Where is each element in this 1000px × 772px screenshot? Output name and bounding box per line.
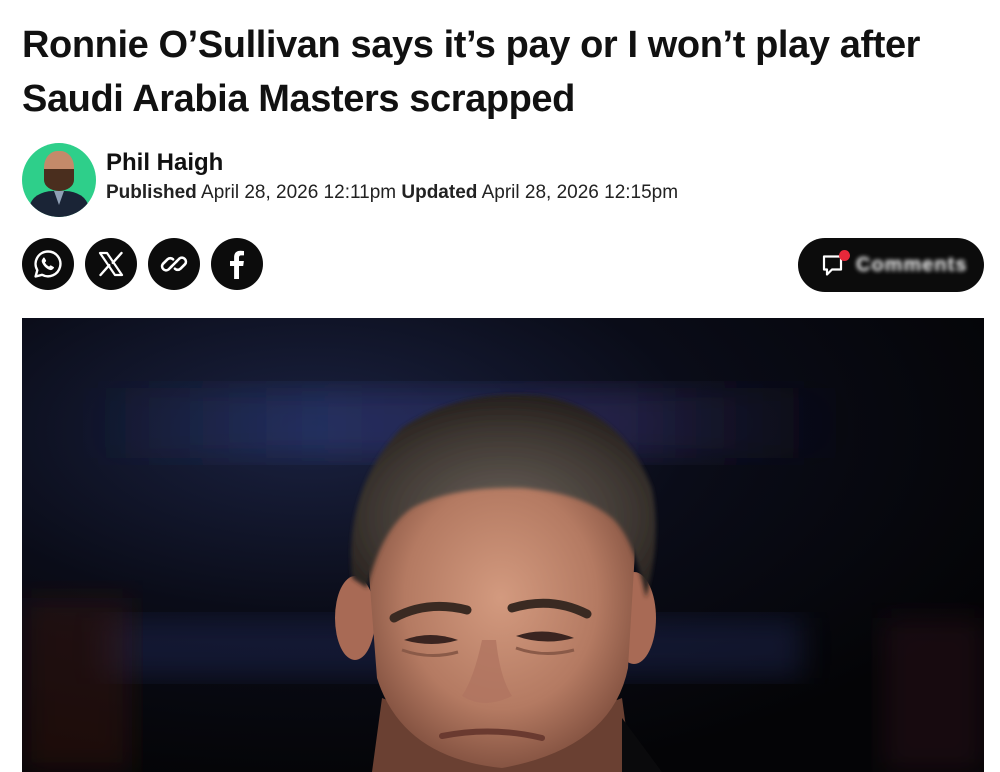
share-whatsapp-button[interactable] bbox=[22, 238, 74, 290]
published-label: Published bbox=[106, 182, 197, 203]
article-page: Ronnie O’Sullivan says it’s pay or I won… bbox=[0, 0, 1000, 772]
comments-button[interactable]: Comments bbox=[798, 238, 984, 292]
updated-label: Updated bbox=[401, 182, 478, 203]
whatsapp-icon bbox=[34, 250, 62, 278]
x-icon bbox=[98, 251, 124, 277]
link-icon bbox=[160, 256, 188, 272]
facebook-icon bbox=[230, 250, 244, 279]
author-info: Phil Haigh Published April 28, 2026 12:1… bbox=[106, 149, 678, 206]
updated-date: April 28, 2026 12:15pm bbox=[481, 182, 679, 203]
share-buttons bbox=[22, 238, 263, 290]
hero-photo bbox=[22, 318, 984, 772]
author-avatar[interactable] bbox=[22, 143, 96, 217]
published-date: April 28, 2026 12:11pm bbox=[201, 182, 397, 203]
comment-icon bbox=[820, 250, 850, 280]
share-x-button[interactable] bbox=[85, 238, 137, 290]
publish-meta: Published April 28, 2026 12:11pm Updated… bbox=[106, 180, 678, 206]
copy-link-button[interactable] bbox=[148, 238, 200, 290]
author-name[interactable]: Phil Haigh bbox=[106, 148, 678, 178]
hero-image[interactable] bbox=[22, 318, 984, 772]
byline: Phil Haigh Published April 28, 2026 12:1… bbox=[22, 140, 678, 220]
article-headline: Ronnie O’Sullivan says it’s pay or I won… bbox=[22, 24, 921, 120]
share-facebook-button[interactable] bbox=[211, 238, 263, 290]
comments-label: Comments bbox=[856, 253, 968, 276]
notification-dot bbox=[839, 250, 850, 261]
